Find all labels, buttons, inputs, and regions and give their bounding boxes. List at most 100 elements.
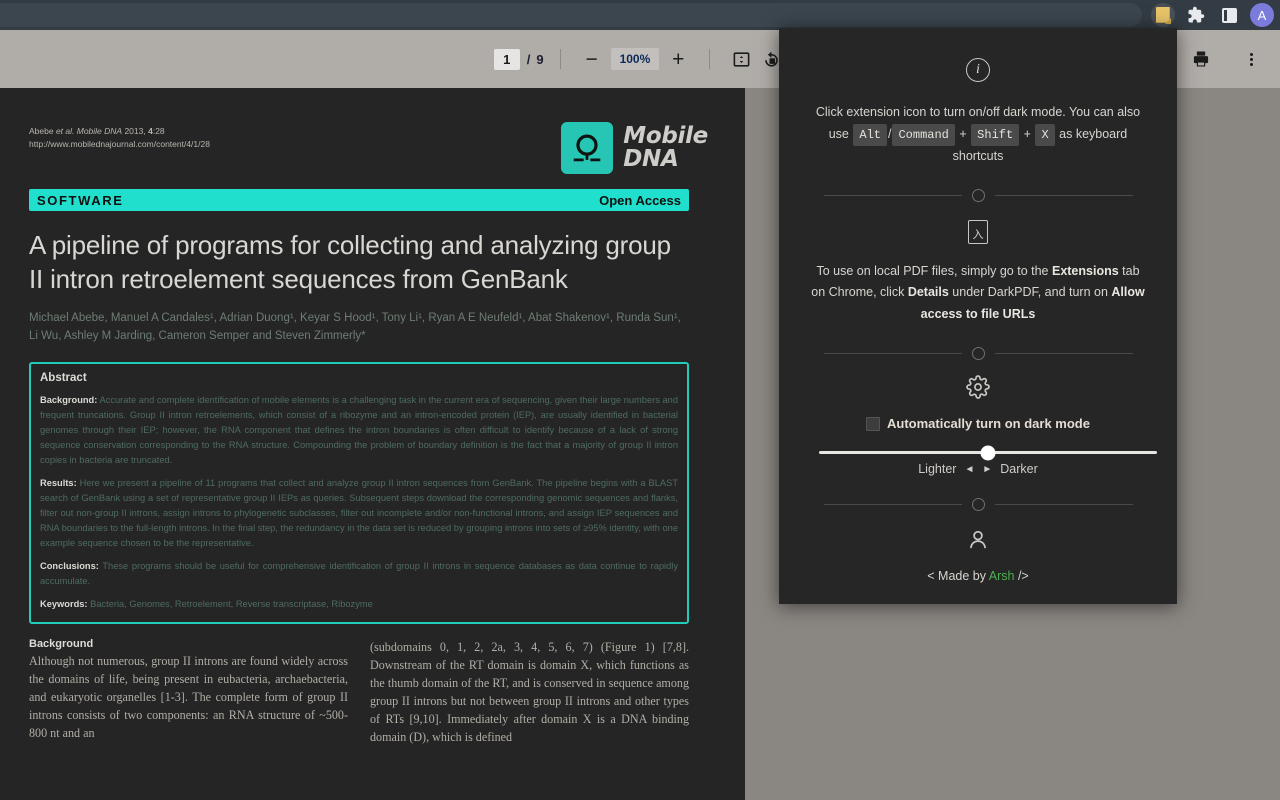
divider-dot: [971, 347, 985, 361]
zoom-out-button[interactable]: −: [577, 44, 607, 74]
divider-line-left: [823, 353, 962, 355]
mobile-dna-mark-icon: [561, 122, 614, 174]
print-icon: [1193, 51, 1209, 67]
gear-icon: [966, 375, 990, 399]
key-command: Command: [892, 123, 955, 147]
kebab-dot: [1249, 62, 1253, 66]
journal-logo-text: Mobile DNA: [623, 125, 708, 171]
puzzle-glyph: [1188, 6, 1205, 23]
body-right-paragraph: (subdomains 0, 1, 2, 2a, 3, 4, 5, 6, 7) …: [370, 640, 689, 745]
darkness-slider-labels: Lighter ◄ ► Darker: [819, 462, 1137, 476]
more-options-button[interactable]: [1236, 44, 1266, 74]
person-icon-row: [809, 527, 1147, 553]
article-type-label: SOFTWARE: [37, 192, 124, 208]
gear-icon-row: [809, 375, 1147, 399]
pdf-file-icon: 入: [968, 219, 988, 244]
slider-arrow-left-icon: ◄: [964, 463, 975, 475]
divider-line-left: [823, 504, 962, 506]
omega-lasso-glyph: [573, 134, 601, 162]
info-icon: i: [966, 58, 990, 82]
journal-logo: Mobile DNA: [561, 122, 708, 174]
browser-actions: A: [1151, 0, 1274, 30]
browser-toolbar: A: [0, 0, 1280, 30]
abstract-section: Conclusions: These programs should be us…: [40, 561, 678, 587]
page-number-input[interactable]: 1: [493, 48, 520, 70]
info-icon-row: i: [809, 58, 1147, 82]
key-x: X: [1035, 123, 1055, 147]
zoom-out-label: −: [585, 47, 598, 71]
journal-logo-line1: Mobile: [623, 123, 708, 149]
print-button[interactable]: [1186, 44, 1216, 74]
rotate-counterclockwise-icon: [764, 51, 778, 67]
divider-line-left: [823, 194, 962, 196]
auto-dark-mode-checkbox[interactable]: [866, 416, 880, 431]
zoom-in-button[interactable]: +: [663, 44, 693, 74]
extensions-puzzle-icon[interactable]: [1184, 3, 1208, 27]
darkness-slider-wrap: Lighter ◄ ► Darker: [809, 445, 1157, 476]
toolbar-divider-1: [559, 49, 561, 69]
auto-dark-mode-label: Automatically turn on dark mode: [887, 416, 1090, 432]
abstract-section: Results: Here we present a pipeline of 1…: [40, 477, 678, 549]
pdf-page-1: Abebe et al. Mobile DNA 2013, 4:28 http:…: [0, 88, 745, 800]
panel-section-credits: < Made by Arsh />: [779, 511, 1177, 583]
slider-label-lighter: Lighter: [918, 462, 957, 477]
key-shift: Shift: [971, 123, 1020, 147]
shortcut-instructions: Click extension icon to turn on/off dark…: [809, 102, 1147, 168]
divider-line-right: [994, 194, 1133, 196]
side-panel-glyph: [1221, 7, 1237, 23]
abstract-section: Background: Accurate and complete identi…: [40, 394, 678, 465]
divider-dot: [971, 188, 985, 202]
person-icon: [970, 531, 986, 549]
abstract-keywords: Keywords: Bacteria, Genomes, Retroelemen…: [40, 599, 373, 610]
slider-label-darker: Darker: [1000, 462, 1038, 477]
pdf-page-content: Abebe et al. Mobile DNA 2013, 4:28 http:…: [29, 88, 708, 746]
profile-avatar[interactable]: A: [1250, 3, 1274, 27]
key-plus-2: +: [1023, 126, 1031, 141]
pdf-toolbar-center: 1 / 9 − 100% +: [493, 44, 787, 74]
body-columns: Background Although not numerous, group …: [29, 638, 689, 746]
panel-divider-3: [779, 498, 1177, 512]
article-type-bar: SOFTWARE Open Access: [29, 189, 689, 212]
key-slash: /: [887, 126, 892, 141]
panel-divider-2: [779, 347, 1177, 361]
background-paragraph: Although not numerous, group II introns …: [29, 654, 348, 741]
slider-arrow-right-icon: ►: [982, 463, 993, 475]
divider-line-right: [994, 504, 1133, 506]
toolbar-divider-2: [709, 49, 711, 69]
author-list: Michael Abebe, Manuel A Candales¹, Adria…: [29, 311, 681, 343]
fit-page-button[interactable]: [726, 44, 756, 74]
panel-section-settings: Automatically turn on dark mode Lighter …: [779, 360, 1177, 476]
darkness-slider[interactable]: [819, 445, 1157, 461]
darkpdf-extension-icon[interactable]: [1151, 3, 1175, 27]
background-heading: Background: [29, 638, 94, 651]
zoom-level-display[interactable]: 100%: [610, 48, 660, 70]
divider-line-right: [994, 353, 1133, 355]
made-by-credit[interactable]: < Made by Arsh />: [809, 569, 1147, 583]
fit-page-icon: [733, 51, 750, 67]
page-title: A pipeline of programs for collecting an…: [29, 230, 671, 295]
open-access-label: Open Access: [599, 192, 681, 208]
panel-divider-1: [779, 188, 1177, 202]
address-bar[interactable]: [0, 3, 1142, 27]
panel-section-info: i Click extension icon to turn on/off da…: [779, 28, 1177, 168]
abstract-heading: Abstract: [40, 371, 87, 384]
key-plus-1: +: [959, 126, 967, 141]
body-column-right: (subdomains 0, 1, 2, 2a, 3, 4, 5, 6, 7) …: [370, 638, 689, 746]
author-name-link[interactable]: Arsh: [989, 569, 1015, 583]
pdf-icon-row: 入: [809, 219, 1147, 244]
page-separator: /: [526, 51, 531, 67]
panel-section-local-files: 入 To use on local PDF files, simply go t…: [779, 202, 1177, 326]
zoom-in-label: +: [672, 47, 685, 71]
side-panel-icon[interactable]: [1217, 3, 1241, 27]
darkness-slider-thumb[interactable]: [980, 445, 996, 461]
kebab-dot: [1249, 52, 1253, 56]
local-files-instructions: To use on local PDF files, simply go to …: [811, 263, 1145, 321]
journal-logo-line2: DNA: [623, 146, 679, 172]
kebab-dot: [1249, 57, 1253, 61]
divider-dot: [971, 498, 985, 512]
auto-dark-mode-row[interactable]: Automatically turn on dark mode: [809, 416, 1147, 431]
body-column-left: Background Although not numerous, group …: [29, 638, 348, 746]
darkpdf-doc-glyph: [1156, 7, 1170, 23]
darkpdf-popup-panel[interactable]: i Click extension icon to turn on/off da…: [779, 28, 1177, 604]
key-alt: Alt: [853, 123, 887, 147]
